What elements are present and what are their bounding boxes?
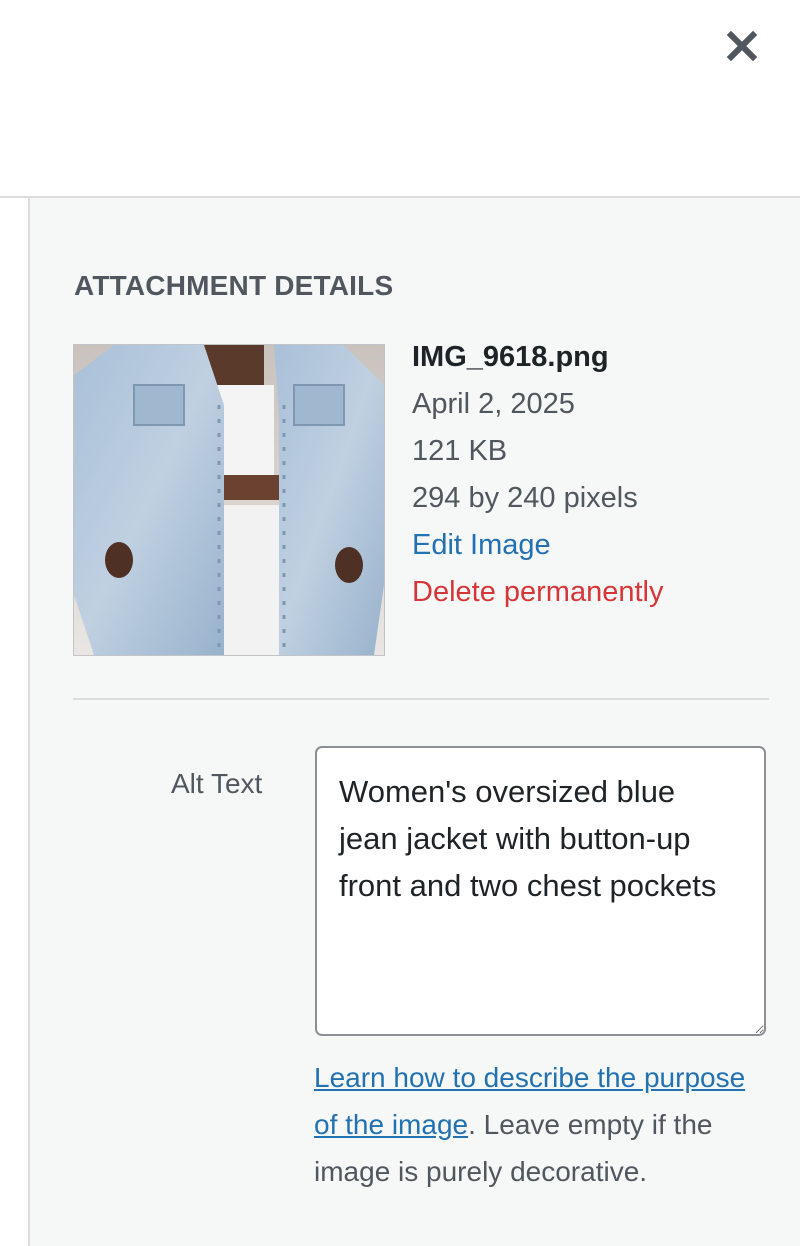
media-library-edge <box>0 198 30 1246</box>
divider <box>73 698 769 700</box>
file-size: 121 KB <box>412 435 508 467</box>
filename: IMG_9618.png <box>412 341 609 373</box>
alt-text-help: Learn how to describe the purpose of the… <box>314 1054 764 1195</box>
close-icon <box>726 30 758 62</box>
image-dimensions: 294 by 240 pixels <box>412 482 638 514</box>
attachment-thumbnail <box>73 344 385 656</box>
attachment-info: IMG_9618.png April 2, 2025 121 KB 294 by… <box>412 334 663 616</box>
modal-header <box>0 0 800 198</box>
delete-permanently-link[interactable]: Delete permanently <box>412 569 663 616</box>
attachment-details-sidebar: ATTACHMENT DETAILS IMG_9618.png April 2,… <box>30 198 800 1246</box>
upload-date: April 2, 2025 <box>412 388 575 420</box>
alt-text-field[interactable]: Women's oversized blue jean jacket with … <box>315 746 766 1036</box>
edit-image-link[interactable]: Edit Image <box>412 522 663 569</box>
close-button[interactable] <box>716 20 768 72</box>
jacket-image <box>74 345 384 655</box>
alt-text-label: Alt Text <box>171 768 263 799</box>
section-title: ATTACHMENT DETAILS <box>74 270 394 301</box>
